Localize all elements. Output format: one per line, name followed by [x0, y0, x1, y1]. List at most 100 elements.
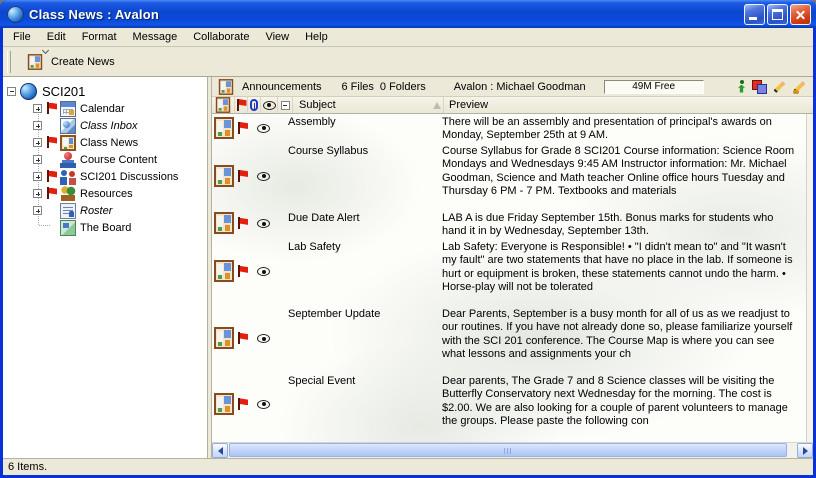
message-subject[interactable]: Course Syllabus: [288, 143, 439, 210]
expand-expander-icon[interactable]: [33, 138, 42, 147]
eye-icon: [257, 124, 270, 133]
column-subject[interactable]: Subject: [293, 97, 444, 113]
menu-item-message[interactable]: Message: [125, 29, 186, 45]
message-subject[interactable]: September Update: [288, 306, 439, 373]
message-row[interactable]: Assembly There will be an assembly and p…: [212, 114, 806, 143]
message-row[interactable]: September Update Dear Parents, September…: [212, 306, 806, 373]
menu-item-view[interactable]: View: [257, 29, 297, 45]
tree-item-class-inbox[interactable]: Class Inbox: [3, 117, 207, 134]
message-subject[interactable]: Assembly: [288, 114, 439, 143]
message-list: Assembly There will be an assembly and p…: [212, 114, 806, 442]
message-subject[interactable]: Due Date Alert: [288, 210, 439, 239]
flag-icon: [237, 398, 248, 411]
scroll-right-button[interactable]: [797, 443, 813, 458]
panel-title: Announcements: [242, 81, 322, 93]
expand-expander-icon[interactable]: [33, 206, 42, 215]
tree-item-label: Roster: [79, 205, 112, 217]
window-controls: [744, 4, 811, 25]
folders-count: 0 Folders: [380, 81, 426, 93]
new-sparkle-icon: [42, 46, 49, 53]
status-text: 6 Items.: [8, 461, 47, 473]
menu-item-edit[interactable]: Edit: [39, 29, 74, 45]
tree-item-class-news[interactable]: Class News: [3, 134, 207, 151]
flag-icon: [46, 187, 57, 200]
expand-expander-icon[interactable]: [33, 121, 42, 130]
column-expand[interactable]: [278, 97, 293, 113]
news-item-icon: [214, 260, 234, 282]
scroll-left-button[interactable]: [212, 443, 228, 458]
panel-header: Announcements 6 Files 0 Folders Avalon :…: [212, 77, 813, 97]
content: SCI201 Calendar Class Inbox: [3, 76, 813, 458]
titlebar[interactable]: Class News : Avalon: [0, 0, 816, 28]
message-row[interactable]: Special Event Dear parents, The Grade 7 …: [212, 373, 806, 437]
collapse-all-icon: [281, 101, 290, 110]
edit-permission-icon: [773, 80, 787, 94]
preview-column-label: Preview: [449, 99, 488, 111]
message-preview: Dear parents, The Grade 7 and 8 Science …: [439, 373, 806, 437]
news-item-icon: [214, 393, 234, 415]
toolbar: Create News: [3, 47, 813, 76]
collapse-expander-icon[interactable]: [7, 87, 16, 96]
eye-icon: [257, 172, 270, 181]
flag-icon: [237, 217, 248, 230]
paperclip-icon: [250, 99, 258, 111]
status-bar: 6 Items.: [3, 458, 813, 475]
horizontal-scrollbar[interactable]: [212, 442, 813, 458]
expand-expander-icon[interactable]: [33, 189, 42, 198]
tree-item-sci201-discussions[interactable]: SCI201 Discussions: [3, 168, 207, 185]
groups-permission-icon: [752, 80, 767, 94]
message-preview: Lab Safety: Everyone is Responsible! • "…: [439, 239, 806, 306]
message-subject[interactable]: Lab Safety: [288, 239, 439, 306]
menu-item-format[interactable]: Format: [74, 29, 125, 45]
minimize-button[interactable]: [744, 4, 765, 25]
message-list-wrap: Assembly There will be an assembly and p…: [212, 114, 813, 442]
message-row[interactable]: Due Date Alert LAB A is due Friday Septe…: [212, 210, 806, 239]
create-news-button[interactable]: Create News: [19, 49, 121, 75]
tree-item-calendar[interactable]: Calendar: [3, 100, 207, 117]
tree-panel: SCI201 Calendar Class Inbox: [3, 77, 208, 458]
permission-icons: [737, 80, 807, 94]
news-icon: [60, 135, 76, 151]
close-button[interactable]: [790, 4, 811, 25]
column-viewed[interactable]: [261, 97, 278, 113]
column-attachment[interactable]: [248, 97, 261, 113]
create-news-label: Create News: [51, 56, 115, 68]
maximize-button[interactable]: [767, 4, 788, 25]
tree-item-label: Calendar: [79, 103, 125, 115]
message-preview: Dear Parents, September is a busy month …: [439, 306, 806, 373]
expand-expander-icon[interactable]: [33, 155, 42, 164]
menu-item-help[interactable]: Help: [297, 29, 336, 45]
menu-item-file[interactable]: File: [5, 29, 39, 45]
expand-expander-icon[interactable]: [33, 172, 42, 181]
tree-item-sci201[interactable]: SCI201: [3, 82, 207, 100]
flag-icon: [237, 170, 248, 183]
eye-icon: [263, 101, 276, 110]
menu-item-collaborate[interactable]: Collaborate: [185, 29, 257, 45]
left-arrow-icon: [218, 447, 223, 455]
tree-item-course-content[interactable]: Course Content: [3, 151, 207, 168]
message-row[interactable]: Lab Safety Lab Safety: Everyone is Respo…: [212, 239, 806, 306]
right-arrow-icon: [803, 447, 808, 455]
flag-icon: [46, 136, 57, 149]
sort-ascending-icon: [433, 102, 441, 109]
column-preview[interactable]: Preview: [444, 97, 813, 113]
tree-item-the-board[interactable]: The Board: [3, 219, 207, 236]
column-item-icon[interactable]: [212, 97, 235, 113]
tree-item-label: Resources: [79, 188, 133, 200]
message-subject[interactable]: Special Event: [288, 373, 439, 437]
tree-item-label: SCI201: [41, 84, 85, 99]
tree-item-resources[interactable]: Resources: [3, 185, 207, 202]
menubar: File Edit Format Message Collaborate Vie…: [3, 28, 813, 47]
message-preview: LAB A is due Friday September 15th. Bonu…: [439, 210, 806, 239]
message-row[interactable]: Course Syllabus Course Syllabus for Grad…: [212, 143, 806, 210]
column-flag[interactable]: [235, 97, 248, 113]
tree-item-label: The Board: [79, 222, 131, 234]
globe-app-icon: [7, 6, 24, 23]
column-header-row: Subject Preview: [212, 97, 813, 114]
tree-item-roster[interactable]: Roster: [3, 202, 207, 219]
news-item-icon: [216, 97, 230, 113]
news-item-icon: [214, 212, 234, 234]
toolbar-grip[interactable]: [7, 51, 11, 73]
scrollbar-thumb[interactable]: [229, 443, 787, 457]
expand-expander-icon[interactable]: [33, 104, 42, 113]
